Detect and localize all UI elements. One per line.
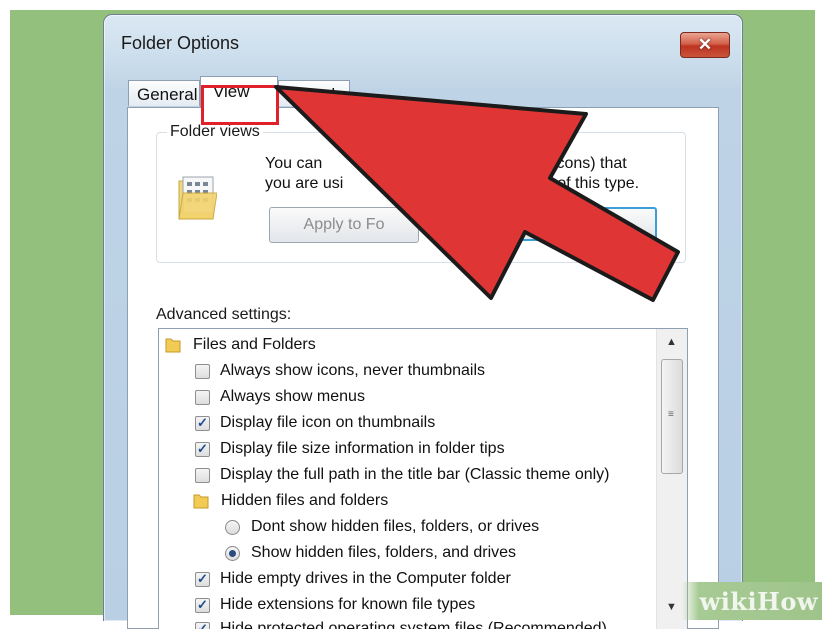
check-icon: ✓ xyxy=(197,621,208,629)
checkbox-checked[interactable]: ✓ xyxy=(195,622,210,629)
annotation-arrow xyxy=(0,0,822,620)
watermark-text: wikiHow xyxy=(700,587,818,616)
wikihow-watermark: wikiHow xyxy=(682,582,822,620)
red-arrow-icon xyxy=(276,87,678,300)
option-label: Hide protected operating system files (R… xyxy=(220,620,607,629)
